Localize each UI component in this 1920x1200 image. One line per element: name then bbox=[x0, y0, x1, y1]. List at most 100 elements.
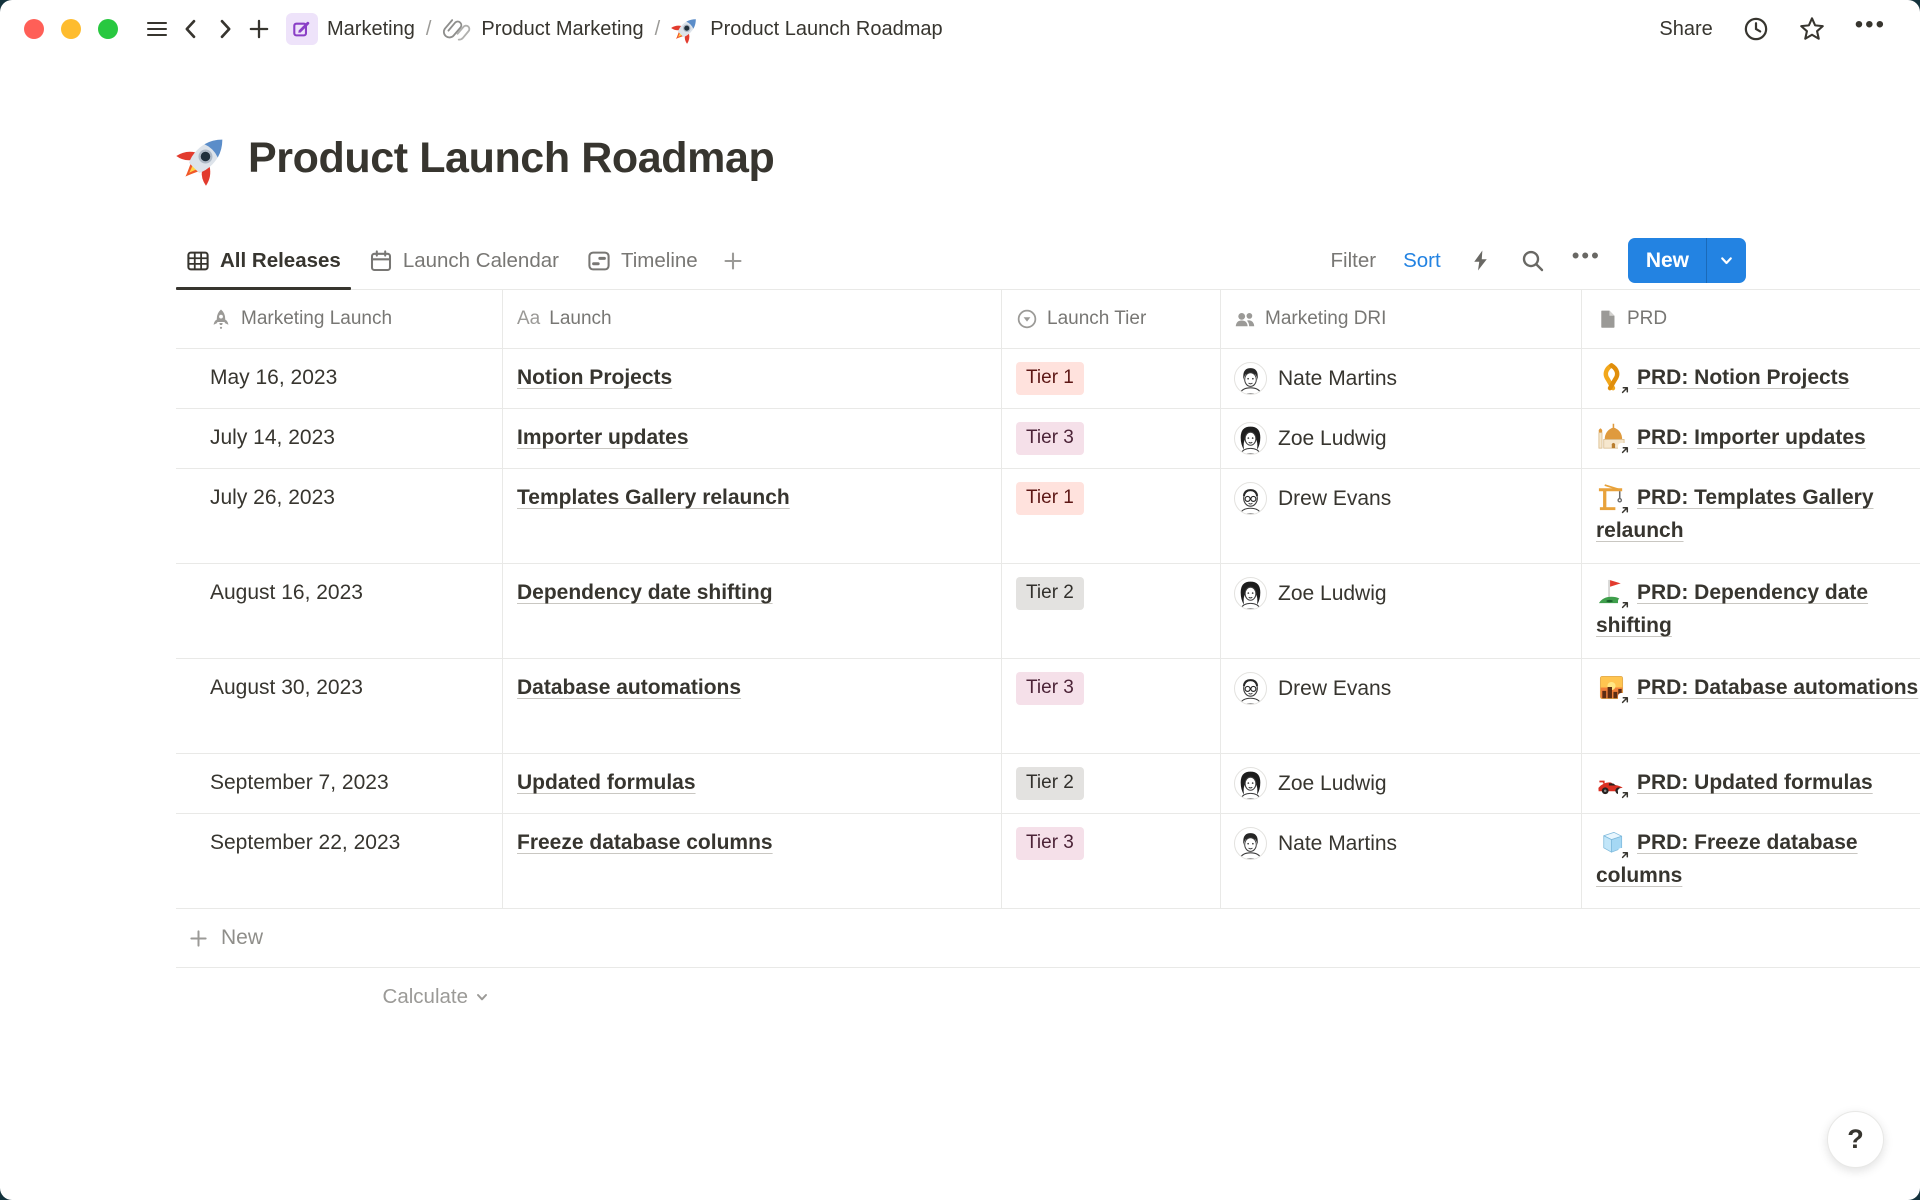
launch-page-link[interactable]: Importer updates bbox=[517, 426, 689, 449]
dri-name: Drew Evans bbox=[1278, 483, 1391, 514]
launch-page-link[interactable]: Freeze database columns bbox=[517, 831, 773, 854]
launch-page-link[interactable]: Templates Gallery relaunch bbox=[517, 486, 790, 509]
dri-name: Zoe Ludwig bbox=[1278, 578, 1387, 609]
favorite-star-icon[interactable] bbox=[1799, 16, 1825, 42]
tab-launch-calendar[interactable]: Launch Calendar bbox=[359, 232, 569, 289]
dri-cell[interactable]: Zoe Ludwig bbox=[1221, 564, 1582, 658]
column-header-launch-tier[interactable]: Launch Tier bbox=[1002, 290, 1221, 348]
column-header-prd[interactable]: PRD bbox=[1582, 290, 1920, 348]
dri-cell[interactable]: Nate Martins bbox=[1221, 349, 1582, 408]
mosque-emoji-icon bbox=[1596, 422, 1629, 455]
dri-cell[interactable]: Zoe Ludwig bbox=[1221, 409, 1582, 468]
forward-icon[interactable] bbox=[208, 12, 242, 46]
tier-cell[interactable]: Tier 3 bbox=[1002, 659, 1221, 753]
calculate-button[interactable]: Calculate bbox=[176, 968, 503, 1026]
table-row: September 22, 2023 Freeze database colum… bbox=[176, 814, 1920, 909]
prd-page-link[interactable]: PRD: Importer updates bbox=[1637, 426, 1866, 449]
prd-page-link[interactable]: PRD: Updated formulas bbox=[1637, 771, 1873, 794]
tier-badge: Tier 2 bbox=[1016, 767, 1084, 800]
new-button-label[interactable]: New bbox=[1628, 238, 1706, 283]
page-mention-arrow-icon bbox=[1618, 443, 1632, 457]
column-header-launch[interactable]: Aa Launch bbox=[503, 290, 1002, 348]
date-cell[interactable]: September 22, 2023 bbox=[176, 814, 503, 908]
tier-cell[interactable]: Tier 3 bbox=[1002, 409, 1221, 468]
breadcrumb: Marketing / Product Marketing / Product … bbox=[286, 13, 943, 45]
view-tabs: All Releases Launch Calendar Timeline bbox=[176, 232, 750, 289]
updates-clock-icon[interactable] bbox=[1743, 16, 1769, 42]
automations-bolt-icon[interactable] bbox=[1468, 248, 1493, 273]
page-icon bbox=[1596, 308, 1618, 330]
launch-page-link[interactable]: Notion Projects bbox=[517, 366, 672, 389]
dri-cell[interactable]: Drew Evans bbox=[1221, 469, 1582, 563]
new-button[interactable]: New bbox=[1628, 238, 1746, 283]
tab-all-releases[interactable]: All Releases bbox=[176, 232, 351, 289]
tier-cell[interactable]: Tier 2 bbox=[1002, 564, 1221, 658]
tier-cell[interactable]: Tier 3 bbox=[1002, 814, 1221, 908]
dri-name: Zoe Ludwig bbox=[1278, 768, 1387, 799]
releases-table: Marketing Launch Aa Launch Launch Tier M… bbox=[176, 290, 1920, 1026]
more-options-icon[interactable]: ••• bbox=[1855, 13, 1886, 45]
column-header-marketing-launch[interactable]: Marketing Launch bbox=[176, 290, 503, 348]
new-page-icon[interactable] bbox=[242, 12, 276, 46]
breadcrumb-item-marketing[interactable]: Marketing bbox=[286, 13, 415, 45]
dri-cell[interactable]: Drew Evans bbox=[1221, 659, 1582, 753]
tier-cell[interactable]: Tier 2 bbox=[1002, 754, 1221, 813]
tier-cell[interactable]: Tier 1 bbox=[1002, 349, 1221, 408]
page-mention-arrow-icon bbox=[1618, 693, 1632, 707]
rocket-icon bbox=[210, 308, 232, 330]
help-button[interactable]: ? bbox=[1827, 1111, 1884, 1168]
page-title: Product Launch Roadmap bbox=[248, 134, 774, 183]
launch-cell: Importer updates bbox=[503, 409, 1002, 468]
date-cell[interactable]: July 26, 2023 bbox=[176, 469, 503, 563]
new-button-dropdown[interactable] bbox=[1706, 238, 1746, 283]
column-header-marketing-dri[interactable]: Marketing DRI bbox=[1221, 290, 1582, 348]
back-icon[interactable] bbox=[174, 12, 208, 46]
launch-page-link[interactable]: Dependency date shifting bbox=[517, 581, 773, 604]
dri-cell[interactable]: Zoe Ludwig bbox=[1221, 754, 1582, 813]
avatar bbox=[1234, 362, 1267, 395]
date-cell[interactable]: August 30, 2023 bbox=[176, 659, 503, 753]
date-cell[interactable]: August 16, 2023 bbox=[176, 564, 503, 658]
prd-page-link[interactable]: PRD: Templates Gallery relaunch bbox=[1596, 486, 1874, 542]
breadcrumb-separator: / bbox=[655, 18, 661, 41]
sort-button[interactable]: Sort bbox=[1403, 249, 1441, 273]
chevron-down-icon bbox=[1719, 253, 1734, 268]
dri-cell[interactable]: Nate Martins bbox=[1221, 814, 1582, 908]
date-value: August 30, 2023 bbox=[210, 676, 363, 699]
search-icon[interactable] bbox=[1520, 248, 1545, 273]
close-window-button[interactable] bbox=[24, 19, 44, 39]
date-cell[interactable]: July 14, 2023 bbox=[176, 409, 503, 468]
breadcrumb-item-product-marketing[interactable]: Product Marketing bbox=[442, 14, 643, 44]
rocket-emoji-icon[interactable] bbox=[176, 130, 232, 186]
prd-page-link[interactable]: PRD: Freeze database columns bbox=[1596, 831, 1858, 887]
minimize-window-button[interactable] bbox=[61, 19, 81, 39]
tier-cell[interactable]: Tier 1 bbox=[1002, 469, 1221, 563]
filter-button[interactable]: Filter bbox=[1331, 249, 1377, 273]
tier-badge: Tier 3 bbox=[1016, 672, 1084, 705]
breadcrumb-label: Marketing bbox=[327, 18, 415, 41]
add-view-icon[interactable] bbox=[716, 232, 750, 289]
notion-window: Marketing / Product Marketing / Product … bbox=[0, 0, 1920, 1200]
prd-page-link[interactable]: PRD: Database automations bbox=[1637, 676, 1918, 699]
zoom-window-button[interactable] bbox=[98, 19, 118, 39]
prd-page-link[interactable]: PRD: Notion Projects bbox=[1637, 366, 1849, 389]
dri-name: Nate Martins bbox=[1278, 363, 1397, 394]
new-row-label: New bbox=[221, 926, 263, 950]
prd-page-link[interactable]: PRD: Dependency date shifting bbox=[1596, 581, 1868, 637]
breadcrumb-item-product-launch-roadmap[interactable]: Product Launch Roadmap bbox=[671, 14, 942, 44]
new-row-button[interactable]: New bbox=[176, 909, 1920, 968]
launch-page-link[interactable]: Updated formulas bbox=[517, 771, 696, 794]
launch-page-link[interactable]: Database automations bbox=[517, 676, 741, 699]
avatar bbox=[1234, 827, 1267, 860]
sidebar-toggle-icon[interactable] bbox=[140, 12, 174, 46]
date-cell[interactable]: May 16, 2023 bbox=[176, 349, 503, 408]
table-icon bbox=[186, 249, 210, 273]
share-button[interactable]: Share bbox=[1659, 18, 1712, 41]
prd-cell: PRD: Updated formulas bbox=[1582, 754, 1920, 813]
tab-timeline[interactable]: Timeline bbox=[577, 232, 708, 289]
prd-cell: PRD: Templates Gallery relaunch bbox=[1582, 469, 1920, 563]
launch-cell: Updated formulas bbox=[503, 754, 1002, 813]
view-options-icon[interactable]: ••• bbox=[1572, 245, 1601, 276]
prd-cell: PRD: Database automations bbox=[1582, 659, 1920, 753]
date-cell[interactable]: September 7, 2023 bbox=[176, 754, 503, 813]
